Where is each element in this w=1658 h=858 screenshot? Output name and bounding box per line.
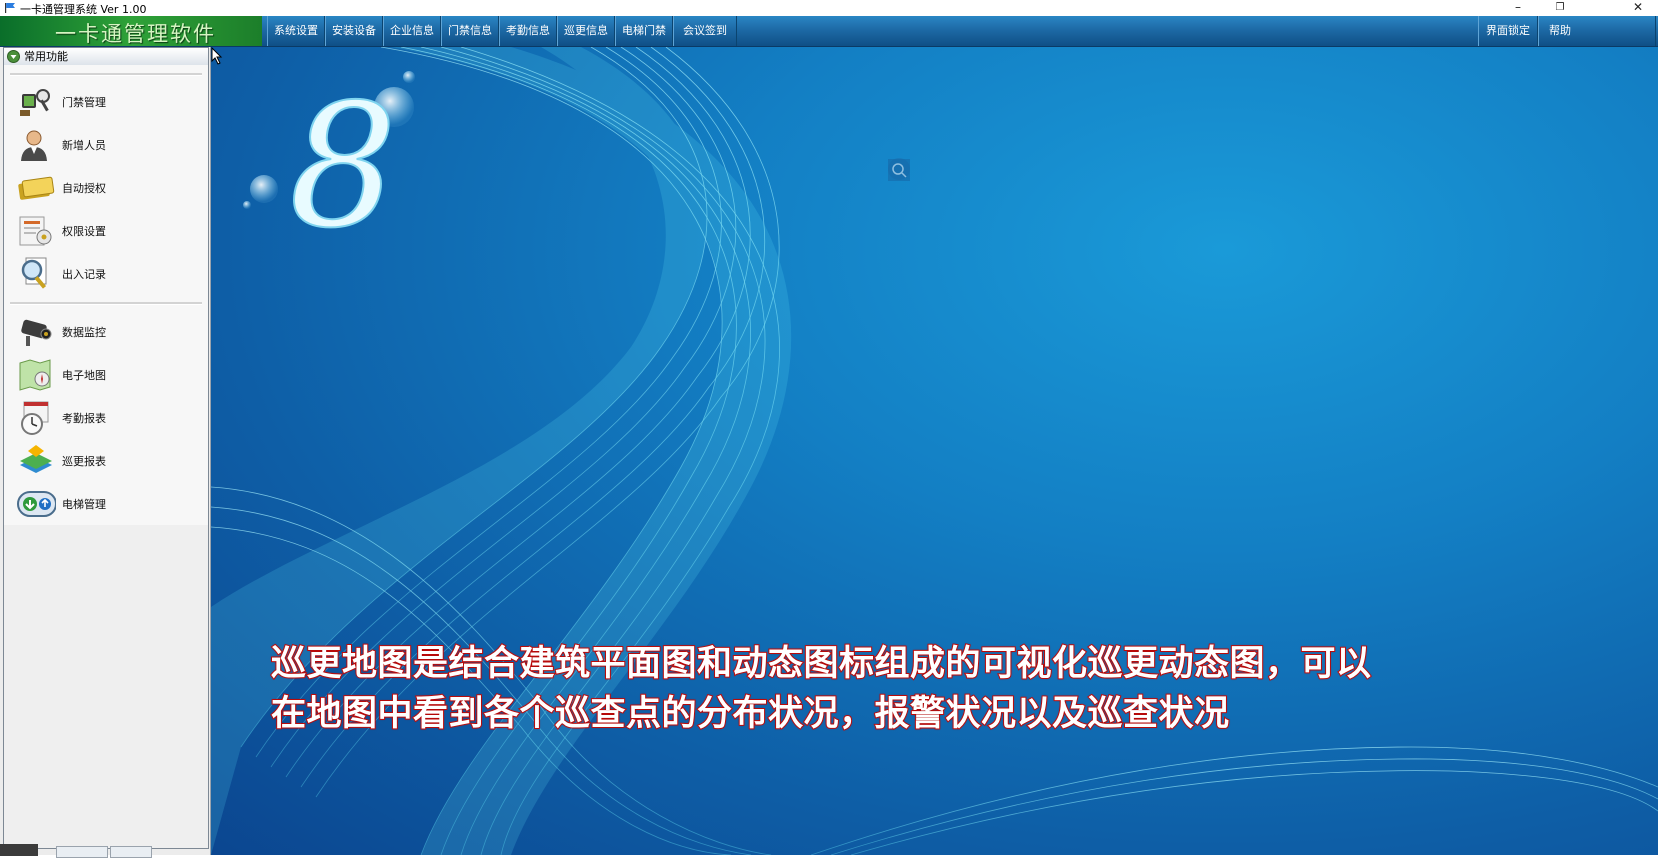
nav-item-label: 出入记录	[62, 268, 106, 281]
logo-eight: 8	[288, 83, 397, 233]
map-icon	[19, 359, 51, 391]
nav-item-patrol-report[interactable]: 巡更报表	[14, 441, 204, 481]
door-access-icon	[20, 89, 50, 116]
menu-bar: 一卡通管理软件 系统设置 安装设备 企业信息 门禁信息 考勤信息 巡更信息 电梯…	[0, 16, 1658, 47]
brand-title: 一卡通管理软件	[55, 22, 216, 46]
elevator-icon	[17, 491, 56, 517]
minimize-button[interactable]: –	[1498, 0, 1538, 16]
nav-item-label: 新增人员	[62, 139, 106, 152]
search-icon[interactable]	[888, 159, 910, 181]
main-canvas: 8 巡更地图是结合建筑平面图和动态图标组成的可视化巡更动态图，可以 在地图中看到…	[211, 47, 1658, 855]
nav-item-label: 电子地图	[62, 369, 106, 382]
menu-system-settings[interactable]: 系统设置	[267, 16, 325, 46]
nav-item-attendance-report[interactable]: 考勤报表	[14, 398, 204, 438]
subtitle-line-2: 在地图中看到各个巡查点的分布状况，报警状况以及巡查状况	[270, 693, 1230, 735]
panel-header[interactable]: 常用功能	[4, 48, 208, 66]
menu-company-info[interactable]: 企业信息	[383, 16, 441, 46]
menu-elevator-access[interactable]: 电梯门禁	[615, 16, 673, 46]
menu-meeting-signin[interactable]: 会议签到	[673, 16, 737, 46]
clock-calendar-icon	[21, 401, 49, 435]
sidebar: 常用功能 门禁管理 新增人员 自动授权 权限设置 出入记录 数据监控 电子地图 …	[0, 47, 211, 858]
nav-item-label: 考勤报表	[62, 412, 106, 425]
nav-item-label: 自动授权	[62, 182, 106, 195]
brand-banner: 一卡通管理软件	[0, 16, 262, 46]
nav-item-elevator-management[interactable]: 电梯管理	[14, 484, 204, 524]
nav-item-label: 巡更报表	[62, 455, 106, 468]
menu-lock-interface[interactable]: 界面锁定	[1478, 16, 1538, 46]
close-button[interactable]: ✕	[1618, 0, 1658, 16]
patrol-icon	[20, 445, 52, 473]
svg-text:8: 8	[289, 83, 397, 233]
mouse-cursor-icon	[211, 47, 223, 65]
magnifier-document-icon	[21, 257, 47, 289]
card-icon	[18, 176, 55, 200]
maximize-button[interactable]: ❐	[1540, 0, 1580, 16]
menu-attendance-info[interactable]: 考勤信息	[499, 16, 557, 46]
permission-icon	[19, 216, 52, 246]
menu-patrol-info[interactable]: 巡更信息	[557, 16, 615, 46]
subtitle-caption: 巡更地图是结合建筑平面图和动态图标组成的可视化巡更动态图，可以 在地图中看到各个…	[270, 639, 1372, 739]
nav-item-data-monitor[interactable]: 数据监控	[14, 312, 204, 352]
sidebar-panel: 常用功能 门禁管理 新增人员 自动授权 权限设置 出入记录 数据监控 电子地图 …	[3, 47, 209, 849]
nav-item-label: 电梯管理	[62, 498, 106, 511]
divider	[10, 73, 202, 76]
window-title-bar: 一卡通管理系统 Ver 1.00 – ❐ ✕	[0, 0, 1658, 16]
camera-icon	[21, 319, 52, 346]
nav-item-add-person[interactable]: 新增人员	[14, 125, 204, 165]
shortcut-list: 门禁管理 新增人员 自动授权 权限设置 出入记录 数据监控 电子地图 考勤报表 …	[4, 65, 208, 525]
bottom-tab-handle[interactable]	[0, 844, 38, 856]
nav-item-permission-settings[interactable]: 权限设置	[14, 211, 204, 251]
nav-item-electronic-map[interactable]: 电子地图	[14, 355, 204, 395]
nav-item-label: 数据监控	[62, 326, 106, 339]
menu-help[interactable]: 帮助	[1538, 16, 1656, 46]
nav-item-label: 权限设置	[62, 225, 106, 238]
person-icon	[21, 130, 47, 161]
menu-access-info[interactable]: 门禁信息	[441, 16, 499, 46]
bottom-tab[interactable]	[56, 846, 108, 858]
subtitle-line-1: 巡更地图是结合建筑平面图和动态图标组成的可视化巡更动态图，可以	[270, 643, 1372, 685]
nav-item-label: 门禁管理	[62, 96, 106, 109]
app-flag-icon	[5, 3, 15, 13]
window-title: 一卡通管理系统 Ver 1.00	[20, 3, 147, 16]
bottom-tab[interactable]	[110, 846, 152, 858]
divider	[10, 302, 202, 305]
sidebar-bottom-tabs	[0, 842, 210, 858]
panel-header-label: 常用功能	[24, 50, 68, 63]
nav-item-access-records[interactable]: 出入记录	[14, 254, 204, 294]
menu-install-devices[interactable]: 安装设备	[325, 16, 383, 46]
nav-item-auto-authorize[interactable]: 自动授权	[14, 168, 204, 208]
nav-item-door-access[interactable]: 门禁管理	[14, 82, 204, 122]
collapse-toggle-icon[interactable]	[7, 50, 20, 63]
